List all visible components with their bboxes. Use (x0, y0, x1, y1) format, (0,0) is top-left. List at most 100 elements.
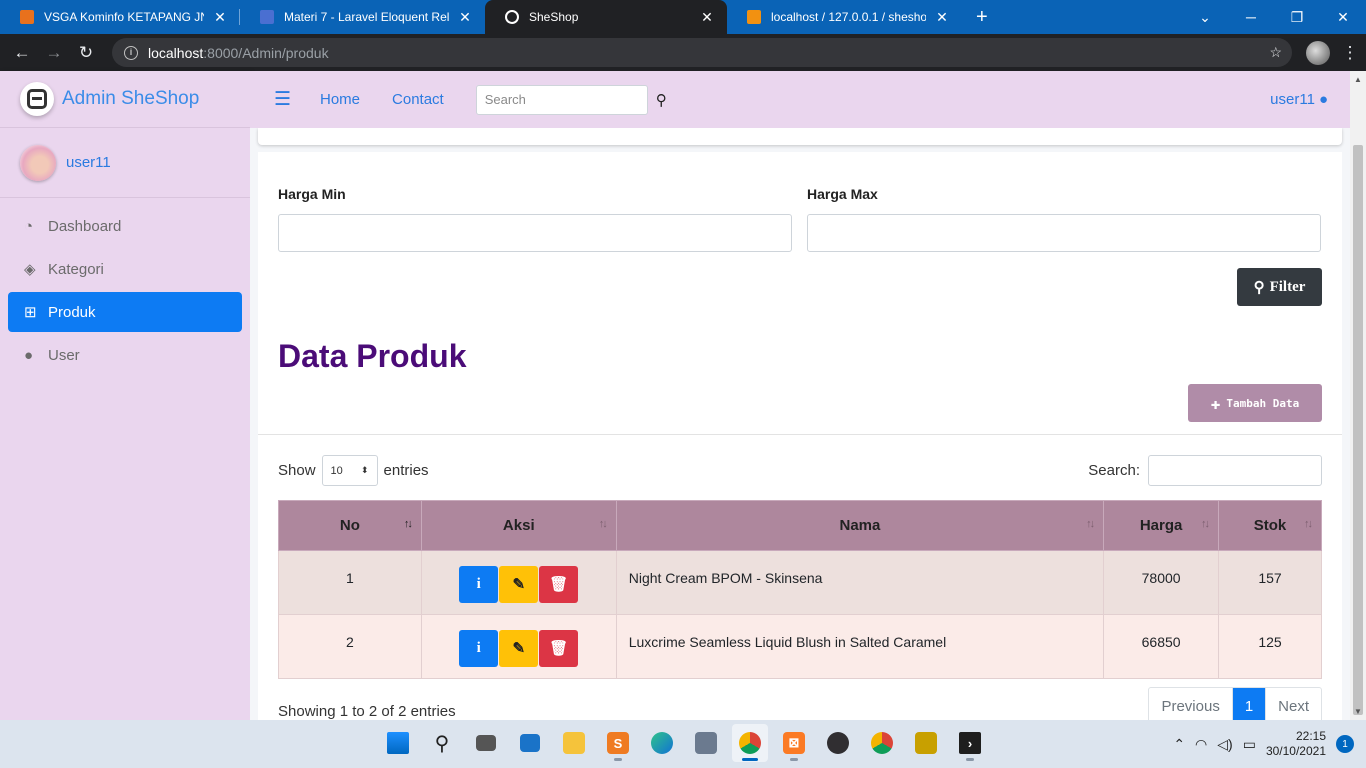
add-data-button[interactable]: ✚ Tambah Data (1188, 384, 1322, 422)
chrome-browser[interactable] (732, 724, 768, 762)
file-explorer[interactable] (556, 724, 592, 762)
browser-tab[interactable]: VSGA Kominfo KETAPANG JNA - ✕ (0, 0, 240, 34)
filter-button[interactable]: ⚲ Filter (1237, 268, 1322, 306)
sidebar-item-dashboard[interactable]: ◔ Dashboard (8, 206, 242, 246)
os-taskbar: ⚲ S ⊠ › ⌃ ◠ ◁) ▭ 22:15 30/10/2021 1 (0, 720, 1366, 768)
wifi-icon[interactable]: ◠ (1195, 736, 1207, 753)
close-icon[interactable]: ✕ (212, 9, 228, 26)
browser-tab[interactable]: localhost / 127.0.0.1 / sheshop / ✕ (727, 0, 962, 34)
detail-button[interactable]: i (459, 565, 499, 603)
search-icon[interactable]: ⚲ (656, 91, 667, 109)
sidebar-item-label: Kategori (48, 260, 104, 278)
window-close-icon[interactable]: ✕ (1320, 9, 1366, 26)
xampp[interactable]: ⊠ (776, 724, 812, 762)
xampp-icon: ⊠ (783, 732, 805, 754)
volume-icon[interactable]: ◁) (1217, 736, 1232, 753)
chrome-profile[interactable] (864, 724, 900, 762)
page-scrollbar[interactable]: ▲ ▼ (1350, 71, 1366, 720)
clock-date: 30/10/2021 (1265, 744, 1326, 758)
restore-icon[interactable]: ❐ (1274, 9, 1320, 26)
info-icon: i (476, 639, 481, 656)
minimize-icon[interactable]: ─ (1228, 9, 1274, 25)
next-page-button[interactable]: Next (1265, 688, 1321, 720)
sidebar-item-label: Produk (48, 303, 96, 321)
close-icon[interactable]: ✕ (699, 9, 715, 26)
column-header-no[interactable]: No ↑↓ (278, 500, 422, 551)
edit-button[interactable]: ✎ (499, 565, 539, 603)
sidebar-item-kategori[interactable]: ◈ Kategori (8, 249, 242, 289)
column-header-stok[interactable]: Stok ↑↓ (1218, 500, 1322, 551)
delete-button[interactable]: 🗑 (539, 565, 579, 603)
bookmark-star-icon[interactable]: ☆ (1269, 44, 1282, 61)
column-header-harga[interactable]: Harga ↑↓ (1103, 500, 1220, 551)
sidebar-item-user[interactable]: ● User (8, 335, 242, 375)
trash-icon: 🗑 (549, 576, 569, 593)
table-search-input[interactable] (1148, 455, 1322, 486)
new-tab-button[interactable]: + (976, 0, 988, 34)
reload-icon[interactable]: ↻ (70, 43, 102, 63)
clock-time: 22:15 (1295, 729, 1326, 743)
start-button[interactable] (380, 724, 416, 762)
widgets[interactable] (512, 724, 548, 762)
edit-icon: ✎ (512, 576, 526, 593)
tray-overflow-icon[interactable]: ⌃ (1173, 736, 1185, 753)
sublime-text[interactable]: S (600, 724, 636, 762)
profile-avatar[interactable] (1306, 40, 1330, 65)
nav-home-link[interactable]: Home (320, 91, 360, 108)
brand-text: Admin SheShop (62, 88, 200, 109)
trash-icon: 🗑 (549, 640, 569, 657)
window-controls: ⌄ ─ ❐ ✕ (1182, 0, 1366, 34)
scroll-down-icon[interactable]: ▼ (1350, 707, 1366, 716)
site-favicon-icon (260, 10, 274, 24)
harga-max-input[interactable] (807, 214, 1321, 252)
scroll-up-icon[interactable]: ▲ (1350, 75, 1366, 84)
user-panel: user11 (0, 128, 250, 198)
navbar-search-input[interactable]: Search (475, 84, 648, 115)
browser-tab-bar: VSGA Kominfo KETAPANG JNA - ✕ Materi 7 -… (0, 0, 1366, 34)
harga-min-input[interactable] (278, 214, 792, 252)
delete-button[interactable]: 🗑 (539, 629, 579, 667)
edge-browser[interactable] (644, 724, 680, 762)
edit-button[interactable]: ✎ (499, 629, 539, 667)
sidebar-item-produk[interactable]: ⊞ Produk (8, 292, 242, 332)
tab-search-icon[interactable]: ⌄ (1182, 9, 1228, 26)
detail-button[interactable]: i (459, 629, 499, 667)
select-arrows-icon: ⬍ (360, 465, 369, 475)
table-row: 2 i ✎ 🗑 Luxcrime Seamless Liquid Blush i… (278, 614, 1322, 679)
site-info-icon[interactable]: i (124, 45, 138, 60)
page-size-select[interactable]: 10 ⬍ (321, 455, 378, 486)
filezilla[interactable] (908, 724, 944, 762)
obs-studio[interactable] (820, 724, 856, 762)
address-bar[interactable]: i localhost:8000/Admin/produk ☆ (112, 38, 1292, 67)
sidebar-user-name[interactable]: user11 (66, 154, 111, 171)
cell-nama: Night Cream BPOM - Skinsena (615, 550, 1105, 615)
edge-icon (651, 732, 673, 754)
forward-icon[interactable]: → (38, 43, 70, 63)
column-header-aksi[interactable]: Aksi ↑↓ (420, 500, 617, 551)
camera[interactable] (688, 724, 724, 762)
navbar-user-link[interactable]: user11 ● (1270, 91, 1328, 108)
close-icon[interactable]: ✕ (934, 9, 950, 26)
close-icon[interactable]: ✕ (457, 9, 473, 26)
taskbar-search[interactable]: ⚲ (424, 724, 460, 762)
sublime-icon: S (607, 732, 629, 754)
sort-icon: ↑↓ (1086, 518, 1095, 530)
browser-menu-icon[interactable]: ⋮ (1334, 43, 1366, 63)
back-icon[interactable]: ← (6, 43, 38, 63)
brand-link[interactable]: Admin SheShop (0, 71, 250, 128)
cell-aksi: i ✎ 🗑 (420, 550, 617, 615)
previous-page-button[interactable]: Previous (1149, 688, 1233, 720)
notification-badge[interactable]: 1 (1336, 735, 1354, 753)
terminal[interactable]: › (952, 724, 988, 762)
task-view[interactable] (468, 724, 504, 762)
sort-icon: ↑↓ (598, 518, 608, 530)
clock[interactable]: 22:15 30/10/2021 (1266, 729, 1326, 759)
nav-contact-link[interactable]: Contact (392, 91, 444, 108)
battery-icon[interactable]: ▭ (1243, 736, 1256, 753)
browser-tab[interactable]: Materi 7 - Laravel Eloquent Relat ✕ (240, 0, 485, 34)
scrollbar-thumb[interactable] (1353, 145, 1363, 715)
column-header-nama[interactable]: Nama ↑↓ (615, 500, 1105, 551)
hamburger-menu-icon[interactable]: ☰ (274, 88, 291, 111)
browser-tab-active[interactable]: SheShop ✕ (485, 0, 727, 34)
page-1-button[interactable]: 1 (1232, 688, 1266, 720)
